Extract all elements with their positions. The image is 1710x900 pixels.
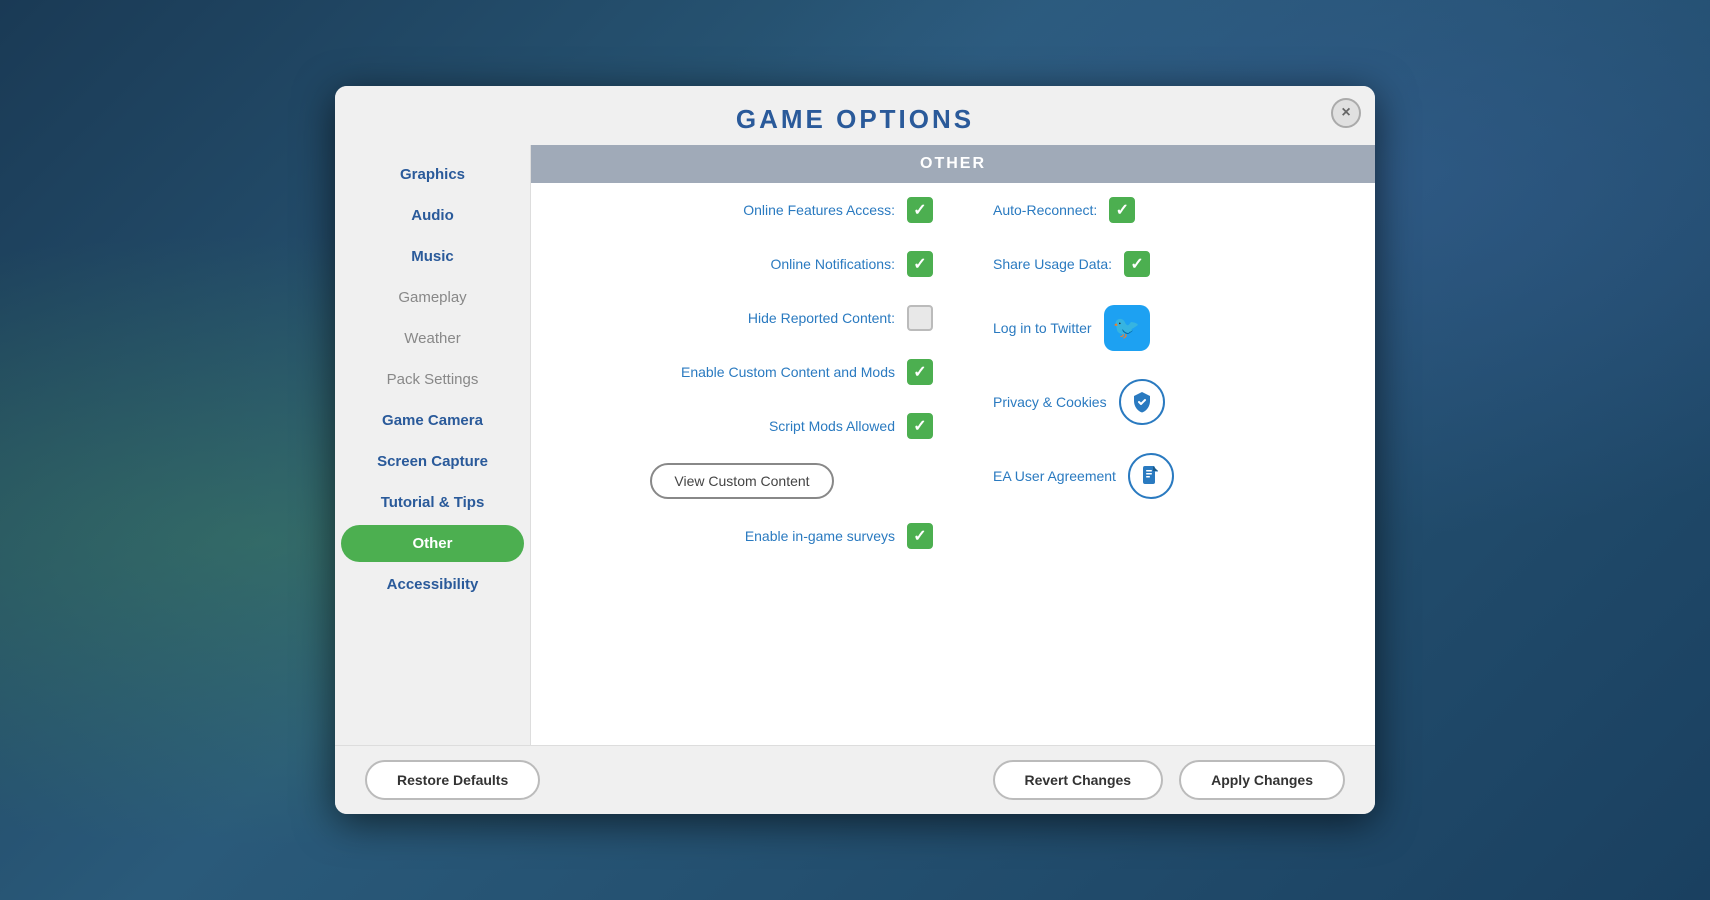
sidebar-item-audio[interactable]: Audio <box>341 197 524 234</box>
script-mods-label: Script Mods Allowed <box>769 418 895 434</box>
view-custom-content-button[interactable]: View Custom Content <box>650 463 833 499</box>
privacy-cookies-label: Privacy & Cookies <box>993 394 1107 410</box>
ea-user-agreement-row: EA User Agreement <box>953 439 1375 513</box>
hide-reported-row: Hide Reported Content: <box>531 291 953 345</box>
modal-title: Game Options <box>355 104 1355 135</box>
online-notifications-label: Online Notifications: <box>770 256 895 272</box>
modal-footer: Restore Defaults Revert Changes Apply Ch… <box>335 745 1375 814</box>
modal-body: Graphics Audio Music Gameplay Weather Pa… <box>335 145 1375 745</box>
online-notifications-row: Online Notifications: <box>531 237 953 291</box>
enable-custom-mods-label: Enable Custom Content and Mods <box>681 364 895 380</box>
settings-right-column: Auto-Reconnect: Share Usage Data: Log in… <box>953 183 1375 745</box>
shield-check-icon <box>1130 390 1154 414</box>
apply-changes-button[interactable]: Apply Changes <box>1179 760 1345 800</box>
script-mods-checkbox[interactable] <box>907 413 933 439</box>
share-usage-row: Share Usage Data: <box>953 237 1375 291</box>
sidebar-item-tutorial-tips[interactable]: Tutorial & Tips <box>341 484 524 521</box>
game-options-modal: Game Options × Graphics Audio Music Game… <box>335 86 1375 814</box>
content-panel: Other Online Features Access: Online Not… <box>530 145 1375 745</box>
enable-custom-mods-checkbox[interactable] <box>907 359 933 385</box>
privacy-cookies-row: Privacy & Cookies <box>953 365 1375 439</box>
document-icon <box>1139 464 1163 488</box>
online-features-checkbox[interactable] <box>907 197 933 223</box>
auto-reconnect-checkbox[interactable] <box>1109 197 1135 223</box>
ea-user-agreement-button[interactable] <box>1128 453 1174 499</box>
twitter-icon: 🐦 <box>1113 315 1140 341</box>
enable-surveys-checkbox[interactable] <box>907 523 933 549</box>
sidebar-item-screen-capture[interactable]: Screen Capture <box>341 443 524 480</box>
settings-grid: Online Features Access: Online Notificat… <box>531 183 1375 745</box>
log-twitter-row: Log in to Twitter 🐦 <box>953 291 1375 365</box>
online-features-label: Online Features Access: <box>743 202 895 218</box>
hide-reported-label: Hide Reported Content: <box>748 310 895 326</box>
restore-defaults-button[interactable]: Restore Defaults <box>365 760 540 800</box>
hide-reported-checkbox[interactable] <box>907 305 933 331</box>
modal-header: Game Options × <box>335 86 1375 145</box>
sidebar-item-other[interactable]: Other <box>341 525 524 562</box>
footer-right-buttons: Revert Changes Apply Changes <box>993 760 1346 800</box>
sidebar: Graphics Audio Music Gameplay Weather Pa… <box>335 145 530 745</box>
script-mods-row: Script Mods Allowed <box>531 399 953 453</box>
privacy-cookies-button[interactable] <box>1119 379 1165 425</box>
auto-reconnect-label: Auto-Reconnect: <box>993 202 1097 218</box>
auto-reconnect-row: Auto-Reconnect: <box>953 183 1375 237</box>
content-section-header: Other <box>531 145 1375 183</box>
sidebar-item-music[interactable]: Music <box>341 238 524 275</box>
share-usage-label: Share Usage Data: <box>993 256 1112 272</box>
revert-changes-button[interactable]: Revert Changes <box>993 760 1164 800</box>
sidebar-item-weather[interactable]: Weather <box>341 320 524 357</box>
view-custom-content-row: View Custom Content <box>531 453 953 509</box>
twitter-button[interactable]: 🐦 <box>1104 305 1150 351</box>
sidebar-item-gameplay[interactable]: Gameplay <box>341 279 524 316</box>
online-features-row: Online Features Access: <box>531 183 953 237</box>
sidebar-item-accessibility[interactable]: Accessibility <box>341 566 524 603</box>
sidebar-item-game-camera[interactable]: Game Camera <box>341 402 524 439</box>
ea-user-agreement-label: EA User Agreement <box>993 468 1116 484</box>
log-twitter-label: Log in to Twitter <box>993 320 1092 336</box>
settings-left-column: Online Features Access: Online Notificat… <box>531 183 953 745</box>
enable-surveys-label: Enable in-game surveys <box>745 528 895 544</box>
online-notifications-checkbox[interactable] <box>907 251 933 277</box>
content-section-title: Other <box>551 155 1355 173</box>
sidebar-item-pack-settings[interactable]: Pack Settings <box>341 361 524 398</box>
enable-custom-mods-row: Enable Custom Content and Mods <box>531 345 953 399</box>
sidebar-item-graphics[interactable]: Graphics <box>341 156 524 193</box>
enable-surveys-row: Enable in-game surveys <box>531 509 953 563</box>
close-button[interactable]: × <box>1331 98 1361 128</box>
share-usage-checkbox[interactable] <box>1124 251 1150 277</box>
